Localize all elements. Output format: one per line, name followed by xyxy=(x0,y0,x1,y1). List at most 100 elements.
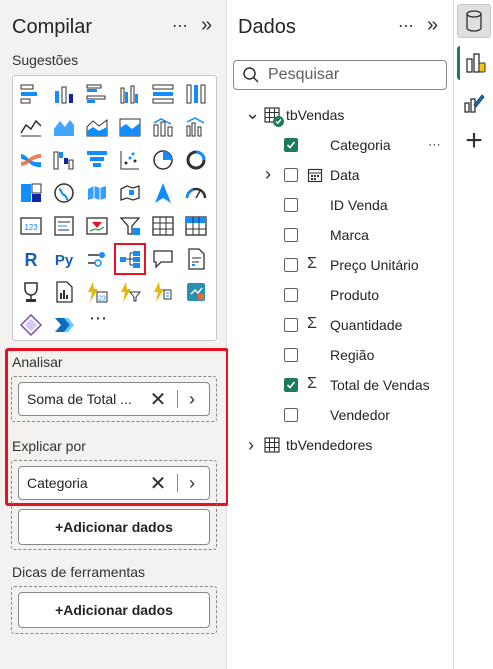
map-icon[interactable] xyxy=(51,180,77,206)
donut-chart-icon[interactable] xyxy=(183,147,209,173)
power-automate-icon[interactable] xyxy=(117,279,143,305)
100-stacked-column-icon[interactable] xyxy=(183,81,209,107)
funnel-chart-icon[interactable] xyxy=(84,147,110,173)
treemap-icon[interactable] xyxy=(18,180,44,206)
field-row[interactable]: Categoria ⋯ xyxy=(228,130,454,160)
data-pane-more-button[interactable]: ⋯ xyxy=(398,16,415,36)
chevron-right-icon[interactable]: › xyxy=(248,435,254,456)
format-pane-toggle[interactable] xyxy=(457,86,491,120)
python-visual-icon[interactable]: Py xyxy=(51,246,77,272)
scatter-chart-icon[interactable] xyxy=(117,147,143,173)
azure-map-icon[interactable] xyxy=(150,180,176,206)
search-input[interactable] xyxy=(268,66,438,84)
paginated-report-icon[interactable] xyxy=(51,279,77,305)
chevron-right-icon[interactable]: › xyxy=(265,164,271,185)
search-box[interactable] xyxy=(233,60,447,90)
card-icon[interactable]: 123 xyxy=(18,213,44,239)
shape-map-icon[interactable] xyxy=(117,180,143,206)
pane-switcher-rail: + xyxy=(455,0,493,669)
key-influencers-icon[interactable] xyxy=(84,246,110,272)
table-icon xyxy=(264,107,284,127)
remove-field-icon[interactable]: ✕ xyxy=(145,471,171,496)
kpi-icon[interactable] xyxy=(84,213,110,239)
more-visuals-button[interactable]: ⋯ xyxy=(89,308,108,329)
field-row[interactable]: Σ Total de Vendas xyxy=(228,370,454,400)
qa-icon[interactable] xyxy=(150,246,176,272)
build-visual-icon xyxy=(465,53,485,73)
area-chart-icon[interactable] xyxy=(51,114,77,140)
field-checkbox[interactable] xyxy=(284,408,298,422)
100-stacked-bar-icon[interactable] xyxy=(150,81,176,107)
diamond-visual-icon[interactable] xyxy=(18,312,44,338)
field-checkbox[interactable] xyxy=(284,198,298,212)
svg-text:Py: Py xyxy=(55,252,74,269)
goals-icon[interactable] xyxy=(18,279,44,305)
svg-text:R: R xyxy=(25,250,38,270)
svg-text:23: 23 xyxy=(98,296,106,303)
r-visual-icon[interactable]: R xyxy=(18,246,44,272)
field-checkbox[interactable] xyxy=(284,378,298,392)
table-icon[interactable] xyxy=(150,213,176,239)
field-checkbox[interactable] xyxy=(284,228,298,242)
100-stacked-area-icon[interactable] xyxy=(117,114,143,140)
matrix-icon[interactable] xyxy=(183,213,209,239)
line-stacked-column-icon[interactable] xyxy=(150,114,176,140)
field-name: ID Venda xyxy=(330,197,388,213)
field-checkbox[interactable] xyxy=(284,288,298,302)
line-chart-icon[interactable] xyxy=(18,114,44,140)
pie-chart-icon[interactable] xyxy=(150,147,176,173)
field-checkbox[interactable] xyxy=(284,318,298,332)
ribbon-chart-icon[interactable] xyxy=(18,147,44,173)
table-icon xyxy=(264,437,280,456)
stacked-area-icon[interactable] xyxy=(84,114,110,140)
field-row[interactable]: ID Venda xyxy=(228,190,454,220)
build-pane-collapse-button[interactable]: » xyxy=(201,14,212,37)
check-badge-icon xyxy=(273,116,284,127)
stacked-column-icon[interactable] xyxy=(51,81,77,107)
multi-row-card-icon[interactable] xyxy=(51,213,77,239)
build-pane-toggle[interactable] xyxy=(457,46,491,80)
field-name: Categoria xyxy=(330,137,391,153)
tooltips-add-data-button[interactable]: +Adicionar dados xyxy=(18,592,210,628)
chevron-right-icon[interactable]: › xyxy=(184,473,200,494)
data-pane-toggle[interactable] xyxy=(457,4,491,38)
field-checkbox[interactable] xyxy=(284,138,298,152)
smart-narrative-icon[interactable] xyxy=(183,246,209,272)
field-row[interactable]: › Data xyxy=(228,160,454,190)
analyze-field-pill[interactable]: Soma de Total ... ✕ › xyxy=(18,382,210,416)
field-checkbox[interactable] xyxy=(284,348,298,362)
explain-by-field-pill[interactable]: Categoria ✕ › xyxy=(18,466,210,500)
field-row[interactable]: Produto xyxy=(228,280,454,310)
field-row[interactable]: Região xyxy=(228,340,454,370)
power-apps-icon[interactable]: 23 xyxy=(84,279,110,305)
flow-filter-icon[interactable] xyxy=(150,279,176,305)
gauge-icon[interactable] xyxy=(183,180,209,206)
data-pane-collapse-button[interactable]: » xyxy=(427,14,438,37)
plus-icon[interactable]: + xyxy=(457,124,491,158)
waterfall-chart-icon[interactable] xyxy=(51,147,77,173)
remove-field-icon[interactable]: ✕ xyxy=(145,387,171,412)
table-row[interactable]: › tbVendedores xyxy=(228,430,454,460)
slicer-icon[interactable] xyxy=(117,213,143,239)
field-row[interactable]: Σ Preço Unitário xyxy=(228,250,454,280)
field-row[interactable]: Σ Quantidade xyxy=(228,310,454,340)
clustered-column-icon[interactable] xyxy=(117,81,143,107)
clustered-bar-icon[interactable] xyxy=(84,81,110,107)
build-pane-more-button[interactable]: ⋯ xyxy=(172,16,189,36)
field-checkbox[interactable] xyxy=(284,168,298,182)
decomposition-tree-icon[interactable] xyxy=(114,243,146,275)
chevron-down-icon[interactable]: ⌄ xyxy=(245,103,260,124)
field-row[interactable]: Marca xyxy=(228,220,454,250)
filled-map-icon[interactable] xyxy=(84,180,110,206)
field-checkbox[interactable] xyxy=(284,258,298,272)
add-data-button[interactable]: +Adicionar dados xyxy=(18,509,210,545)
line-clustered-column-icon[interactable] xyxy=(183,114,209,140)
chevron-visual-icon[interactable] xyxy=(51,312,77,338)
table-row[interactable]: ⌄ tbVendas xyxy=(228,100,454,130)
data-map-icon[interactable] xyxy=(183,279,209,305)
field-more-button[interactable]: ⋯ xyxy=(428,137,442,153)
search-icon xyxy=(234,66,268,84)
stacked-bar-icon[interactable] xyxy=(18,81,44,107)
chevron-right-icon[interactable]: › xyxy=(184,389,200,410)
field-row[interactable]: Vendedor xyxy=(228,400,454,430)
